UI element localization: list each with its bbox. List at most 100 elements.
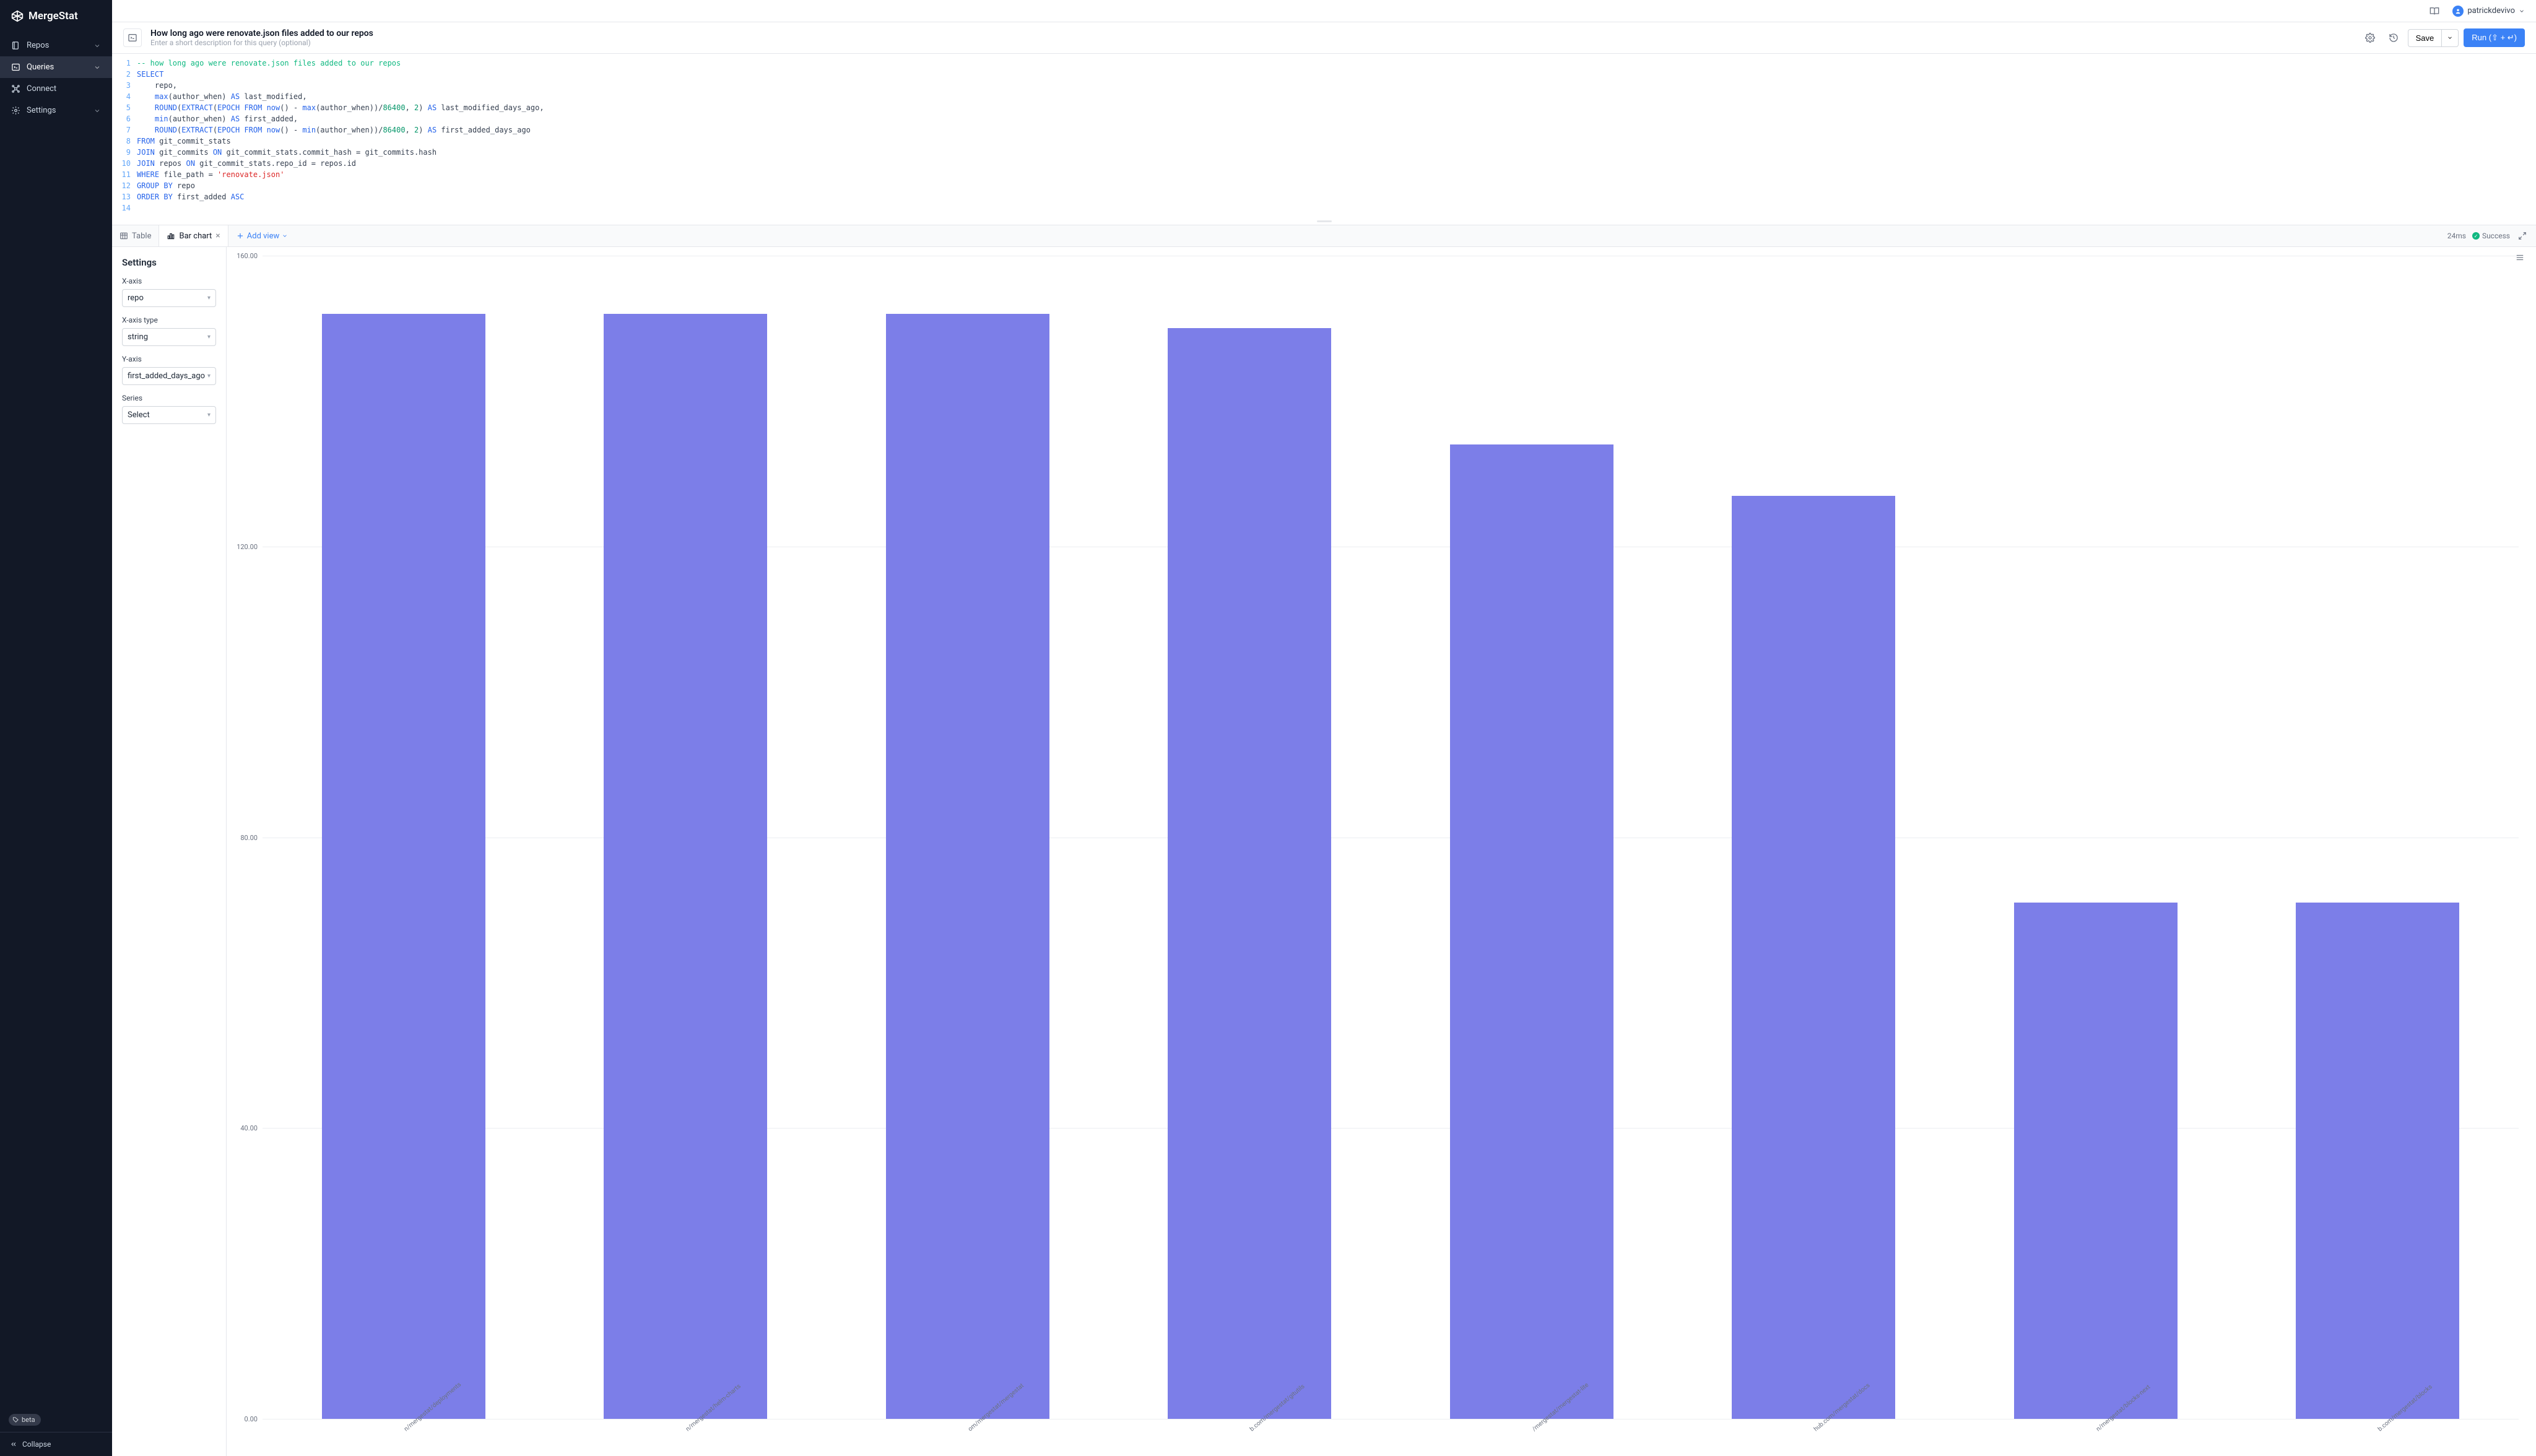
query-type-icon[interactable]: [123, 28, 142, 47]
plus-icon: [236, 232, 245, 240]
tag-icon: [12, 1416, 19, 1423]
bar-chart-icon: [167, 232, 175, 240]
select-value: repo: [128, 293, 144, 303]
line-gutter: 1234567891011121314: [112, 58, 137, 214]
bar-slot: /mergestat/mergestat-lite: [1391, 256, 1673, 1419]
query-description[interactable]: Enter a short description for this query…: [150, 38, 2352, 47]
select-value: Select: [128, 410, 150, 420]
nav: Repos Queries Connect Settings: [0, 32, 112, 1414]
tab-bar-chart[interactable]: Bar chart×: [159, 225, 228, 246]
bar[interactable]: [2296, 903, 2459, 1419]
elapsed-time: 24ms: [2447, 232, 2466, 240]
connect-icon: [11, 84, 20, 93]
query-settings-button[interactable]: [2361, 28, 2379, 47]
collapse-label: Collapse: [22, 1440, 51, 1449]
bar-slot: om/mergestat/mergestat: [827, 256, 1109, 1419]
bar[interactable]: [886, 314, 1049, 1419]
query-title[interactable]: How long ago were renovate.json files ad…: [150, 28, 2352, 38]
results-tabs: TableBar chart× Add view 24ms ✓ Success: [112, 225, 2536, 247]
select-series[interactable]: Select▾: [122, 406, 216, 424]
brand-name: MergeStat: [28, 10, 78, 22]
expand-results-button[interactable]: [2516, 230, 2529, 242]
field-label: X-axis type: [122, 316, 216, 324]
select-value: string: [128, 332, 148, 342]
y-tick-label: 160.00: [233, 252, 258, 260]
beta-badge: beta: [9, 1414, 41, 1426]
chevron-down-icon: ▾: [207, 334, 211, 340]
save-dropdown-button[interactable]: [2441, 29, 2459, 47]
nav-item-settings[interactable]: Settings: [0, 100, 112, 121]
nav-label: Queries: [27, 63, 54, 72]
select-x-axis[interactable]: repo ▾: [122, 289, 216, 307]
y-tick-label: 0.00: [233, 1415, 258, 1423]
brand-logo[interactable]: MergeStat: [0, 0, 112, 32]
avatar: [2452, 6, 2464, 17]
nav-item-connect[interactable]: Connect: [0, 78, 112, 100]
query-header: How long ago were renovate.json files ad…: [112, 22, 2536, 54]
field-label: X-axis: [122, 277, 216, 285]
chevron-down-icon: [2519, 8, 2525, 14]
settings-title: Settings: [122, 257, 216, 268]
field-label: Y-axis: [122, 355, 216, 363]
chevron-down-icon: ▾: [207, 373, 211, 379]
bar-slot: n/mergestat/deployments: [263, 256, 545, 1419]
tab-table[interactable]: Table: [112, 225, 159, 246]
status-label: Success: [2482, 232, 2510, 240]
select-y-axis[interactable]: first_added_days_ago▾: [122, 367, 216, 385]
bar-slot: hub.com/mergestat/docs: [1673, 256, 1955, 1419]
collapse-sidebar-button[interactable]: Collapse: [0, 1432, 112, 1456]
chevron-down-icon: ▾: [207, 295, 211, 301]
settings-icon: [11, 106, 20, 115]
field-label: Series: [122, 394, 216, 402]
table-icon: [119, 232, 128, 240]
chevron-down-icon: [93, 107, 101, 115]
user-menu[interactable]: patrickdevivo: [2452, 6, 2525, 17]
save-button[interactable]: Save: [2408, 29, 2442, 47]
add-view-button[interactable]: Add view: [228, 232, 296, 241]
check-icon: ✓: [2472, 232, 2480, 240]
nav-label: Repos: [27, 41, 49, 50]
bar[interactable]: [1732, 496, 1895, 1419]
query-history-button[interactable]: [2384, 28, 2403, 47]
mergestat-logo-icon: [11, 10, 24, 22]
bar-slot: n/mergestat/helm-charts: [545, 256, 827, 1419]
nav-item-queries[interactable]: Queries: [0, 56, 112, 78]
history-icon: [2389, 33, 2399, 43]
run-button[interactable]: Run (⇧ + ↵): [2464, 28, 2525, 47]
tab-label: Bar chart: [179, 232, 212, 241]
y-tick-label: 120.00: [233, 543, 258, 551]
chevron-down-icon: [2447, 35, 2453, 41]
y-tick-label: 40.00: [233, 1124, 258, 1132]
sql-editor[interactable]: 1234567891011121314 -- how long ago were…: [112, 54, 2536, 217]
select-value: first_added_days_ago: [128, 371, 205, 381]
book-icon: [2430, 6, 2439, 16]
queries-icon: [11, 63, 20, 72]
bar[interactable]: [1168, 328, 1331, 1419]
add-view-label: Add view: [247, 232, 280, 241]
topbar: patrickdevivo: [112, 0, 2536, 22]
nav-item-repos[interactable]: Repos: [0, 35, 112, 56]
bar-chart[interactable]: 0.0040.0080.00120.00160.00n/mergestat/de…: [233, 256, 2525, 1456]
chevrons-left-icon: [10, 1441, 17, 1448]
terminal-icon: [128, 33, 137, 43]
nav-label: Connect: [27, 84, 56, 93]
bar[interactable]: [1450, 444, 1613, 1419]
bar-slot: b.com/mergestat/gitutils: [1109, 256, 1391, 1419]
nav-label: Settings: [27, 106, 56, 115]
chart-area: 0.00 40.00 80.00 120.00 160.00 n/mergestat/de…: [227, 247, 2536, 1456]
bar[interactable]: [322, 314, 485, 1419]
panel-resize-handle[interactable]: [112, 217, 2536, 225]
bar[interactable]: [604, 314, 767, 1419]
gear-icon: [2365, 33, 2375, 43]
y-tick-label: 80.00: [233, 834, 258, 842]
status-badge: ✓ Success: [2472, 232, 2510, 240]
chevron-down-icon: [282, 233, 288, 239]
select-x-axis-type[interactable]: string ▾: [122, 328, 216, 346]
bar[interactable]: [2014, 903, 2178, 1419]
maximize-icon: [2518, 232, 2527, 240]
repo-icon: [11, 41, 20, 50]
docs-button[interactable]: [2425, 2, 2444, 20]
close-icon[interactable]: ×: [215, 231, 220, 241]
code-area[interactable]: -- how long ago were renovate.json files…: [137, 58, 2536, 214]
beta-label: beta: [22, 1416, 35, 1424]
